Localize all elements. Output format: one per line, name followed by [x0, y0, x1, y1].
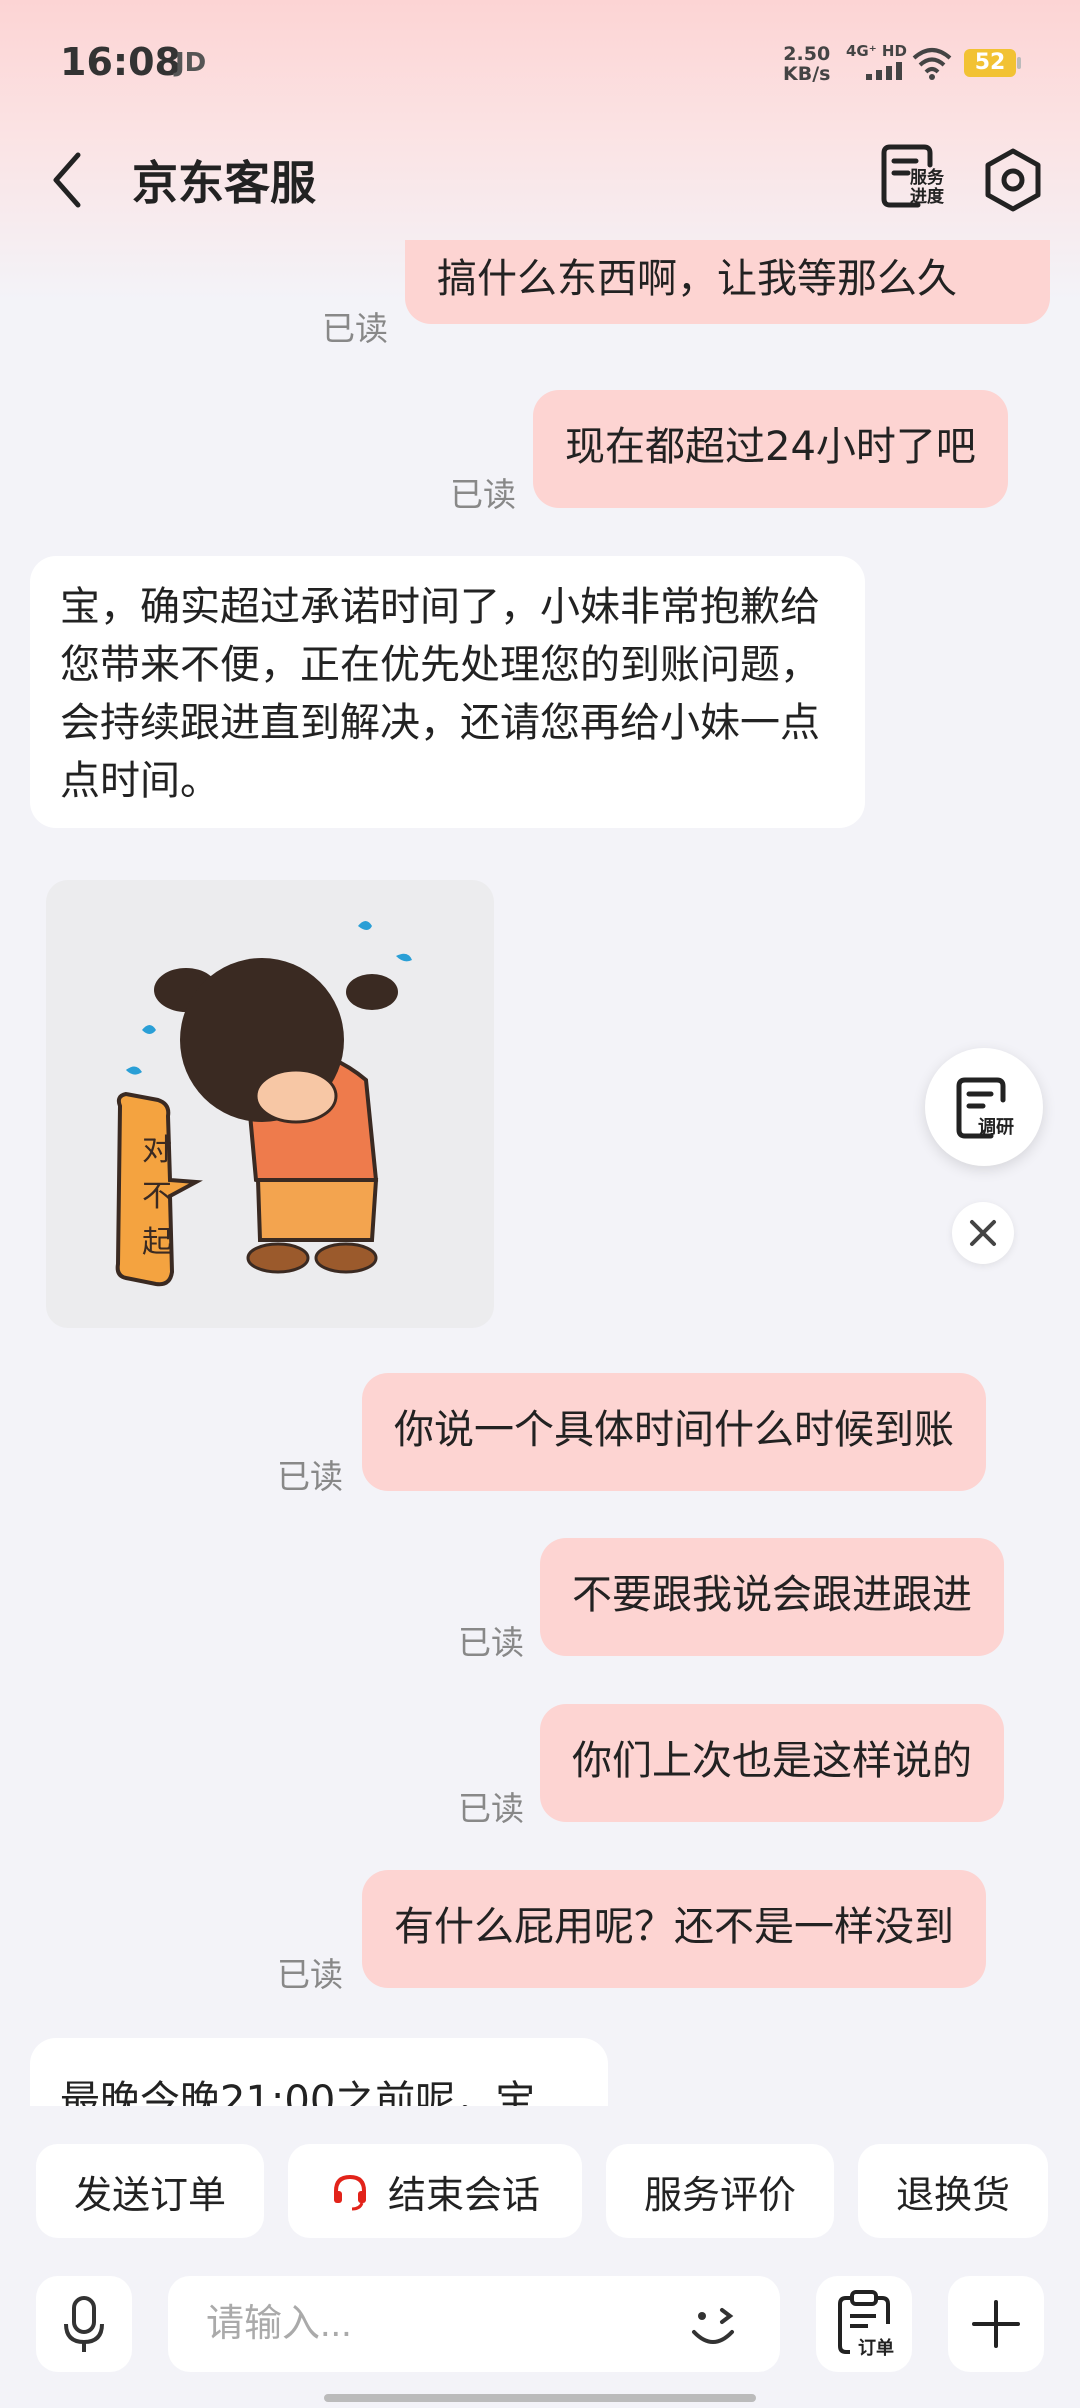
- message-text: 最晚今晚21:00之前呢，宝: [60, 2078, 536, 2106]
- input-bar: 订单: [0, 2250, 1080, 2408]
- message-text: 有什么屁用呢？还不是一样没到: [394, 1904, 954, 1950]
- service-rating-button[interactable]: 服务评价: [606, 2144, 834, 2238]
- nav-bar: 京东客服 服务进度: [0, 125, 1080, 240]
- voice-input-button[interactable]: [36, 2276, 132, 2372]
- message-text: 你说一个具体时间什么时候到账: [394, 1407, 954, 1453]
- headset-icon: [333, 2174, 366, 2211]
- quick-action-label: 服务评价: [643, 2172, 796, 2217]
- agent-message-bubble[interactable]: 最晚今晚21:00之前呢，宝: [30, 2038, 608, 2106]
- read-receipt: 已读: [277, 1955, 343, 1994]
- agent-message-bubble[interactable]: 宝，确实超过承诺时间了，小妹非常抱歉给您带来不便，正在优先处理您的到账问题，会持…: [30, 556, 865, 828]
- microphone-icon: [64, 2296, 104, 2352]
- my-message-bubble[interactable]: 不要跟我说会跟进跟进: [540, 1538, 1004, 1656]
- emoji-wink-icon[interactable]: [680, 2294, 746, 2360]
- service-progress-label[interactable]: 服务进度: [906, 169, 948, 207]
- close-survey-button[interactable]: [952, 1202, 1014, 1264]
- send-order-button[interactable]: 发送订单: [36, 2144, 264, 2238]
- signal-icon: [866, 62, 902, 80]
- survey-icon: [956, 1077, 1006, 1139]
- survey-label[interactable]: 调研: [978, 1113, 1014, 1139]
- settings-hexagon-icon[interactable]: [982, 147, 1044, 213]
- battery-level: 52: [974, 50, 1006, 75]
- chat-message-list[interactable]: 搞什么东西啊，让我等那么久 已读 现在都超过24小时了吧 已读 宝，确实超过承诺…: [0, 240, 1080, 2106]
- read-receipt: 已读: [458, 1789, 524, 1828]
- message-text: 现在都超过24小时了吧: [565, 424, 976, 470]
- quick-action-label: 退换货: [895, 2172, 1010, 2217]
- close-icon: [970, 1220, 996, 1246]
- quick-action-label: 结束会话: [387, 2172, 540, 2217]
- read-receipt: 已读: [277, 1457, 343, 1496]
- page-title: 京东客服: [132, 156, 316, 210]
- quick-actions-bar: 发送订单 结束会话 服务评价 退换货: [0, 2106, 1080, 2238]
- message-text: 不要跟我说会跟进跟进: [572, 1572, 972, 1618]
- more-options-button[interactable]: [948, 2276, 1044, 2372]
- my-message-bubble[interactable]: 你说一个具体时间什么时候到账: [362, 1373, 986, 1491]
- apology-girl-illustration: 对 不 起: [115, 921, 412, 1287]
- home-indicator[interactable]: [324, 2394, 756, 2402]
- order-label: 订单: [858, 2338, 894, 2359]
- net-speed-unit: KB/s: [783, 63, 831, 85]
- status-network-type: 4G⁺ HD: [846, 42, 907, 60]
- plus-icon: [972, 2300, 1020, 2348]
- end-session-button[interactable]: 结束会话: [288, 2144, 582, 2238]
- sticker-sign-char: 起: [142, 1225, 172, 1260]
- message-text: 宝，确实超过承诺时间了，小妹非常抱歉给您带来不便，正在优先处理您的到账问题，会持…: [60, 584, 820, 804]
- quick-action-label: 发送订单: [73, 2172, 226, 2217]
- read-receipt: 已读: [458, 1623, 524, 1662]
- my-message-bubble[interactable]: 有什么屁用呢？还不是一样没到: [362, 1870, 986, 1988]
- message-text: 你们上次也是这样说的: [572, 1738, 972, 1784]
- back-chevron-icon[interactable]: [44, 145, 94, 215]
- read-receipt: 已读: [450, 475, 516, 514]
- my-message-bubble[interactable]: 搞什么东西啊，让我等那么久: [405, 240, 1050, 324]
- status-time: 16:08: [60, 40, 181, 84]
- wifi-icon: [912, 48, 952, 80]
- status-bar: 16:08 JD 2.50 KB/s 4G⁺ HD 52: [0, 0, 1080, 125]
- sticker-sign-char: 不: [142, 1179, 172, 1214]
- return-exchange-button[interactable]: 退换货: [858, 2144, 1048, 2238]
- read-receipt: 已读: [322, 309, 388, 348]
- my-message-bubble[interactable]: 现在都超过24小时了吧: [533, 390, 1008, 508]
- sticker-image[interactable]: 对 不 起: [46, 880, 494, 1328]
- message-text: 搞什么东西啊，让我等那么久: [437, 256, 957, 302]
- survey-button[interactable]: [925, 1048, 1043, 1166]
- my-message-bubble[interactable]: 你们上次也是这样说的: [540, 1704, 1004, 1822]
- sticker-sign-char: 对: [142, 1133, 172, 1168]
- status-net-speed: 2.50 KB/s: [783, 44, 830, 84]
- net-speed-value: 2.50: [783, 43, 831, 65]
- status-jd-badge: JD: [175, 48, 207, 78]
